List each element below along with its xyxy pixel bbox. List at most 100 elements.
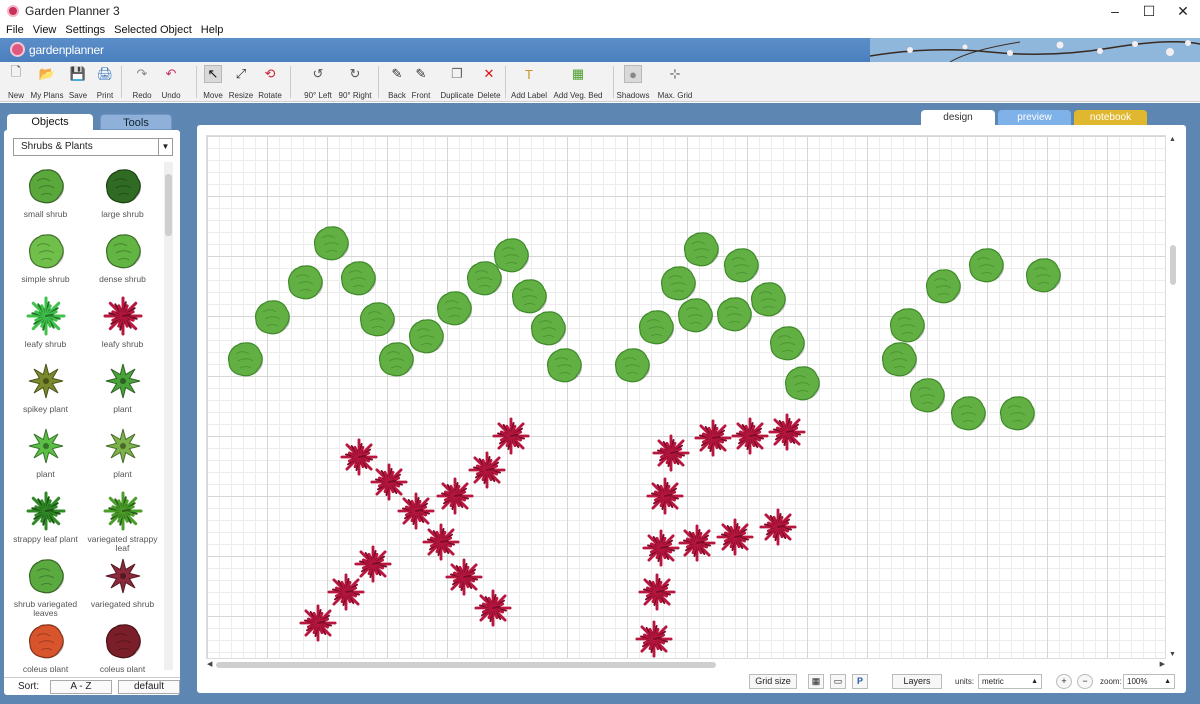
scroll-down-icon[interactable]: ▼ [1169, 651, 1176, 658]
placed-red-plant[interactable] [731, 417, 769, 455]
zoom-out-icon[interactable]: − [1077, 674, 1093, 689]
sort-default-button[interactable]: default [117, 679, 180, 694]
placed-shrub[interactable] [376, 339, 416, 379]
object-plant[interactable]: plant [85, 361, 160, 414]
plant-labels-icon[interactable]: P [852, 674, 868, 689]
menu-view[interactable]: View [33, 24, 57, 36]
max-grid-button[interactable]: ⊹ Max. Grid [655, 65, 695, 100]
placed-red-plant[interactable] [768, 413, 806, 451]
chevron-down-icon[interactable]: ▼ [158, 139, 172, 155]
placed-shrub[interactable] [225, 339, 265, 379]
placed-shrub[interactable] [767, 323, 807, 363]
shadows-button[interactable]: ● Shadows [613, 65, 653, 100]
placed-red-plant[interactable] [299, 604, 337, 642]
placed-shrub[interactable] [338, 258, 378, 298]
placed-red-plant[interactable] [716, 518, 754, 556]
zoom-select[interactable]: 100% ▲ [1123, 674, 1175, 689]
add-veg-bed-button[interactable]: ▦ Add Veg. Bed [554, 65, 603, 100]
placed-shrub[interactable] [636, 307, 676, 347]
rotate-button[interactable]: ⟲ Rotate [250, 65, 290, 100]
placed-red-plant[interactable] [694, 419, 732, 457]
object-shrub-variegated-leaves[interactable]: shrub variegated leaves [8, 556, 83, 618]
placed-red-plant[interactable] [474, 589, 512, 627]
object-plant[interactable]: plant [8, 426, 83, 479]
placed-red-plant[interactable] [646, 477, 684, 515]
tab-preview[interactable]: preview [998, 110, 1071, 126]
object-dense-shrub[interactable]: dense shrub [85, 231, 160, 284]
placed-shrub[interactable] [252, 297, 292, 337]
scroll-left-icon[interactable]: ◀ [207, 660, 212, 668]
placed-red-plant[interactable] [642, 529, 680, 567]
canvas-vscroll-thumb[interactable] [1170, 245, 1176, 285]
placed-shrub[interactable] [782, 363, 822, 403]
canvas-vertical-scrollbar[interactable]: ▲ ▼ [1167, 135, 1179, 659]
tab-objects[interactable]: Objects [7, 114, 93, 130]
category-select[interactable]: Shrubs & Plants ▼ [13, 138, 173, 156]
placed-shrub[interactable] [612, 345, 652, 385]
placed-shrub[interactable] [966, 245, 1006, 285]
placed-shrub[interactable] [923, 266, 963, 306]
delete-button[interactable]: ✕ Delete [469, 65, 509, 100]
object-leafy-shrub[interactable]: leafy shrub [8, 296, 83, 349]
placed-shrub[interactable] [491, 235, 531, 275]
grid-view-icon[interactable]: ▦ [808, 674, 824, 689]
rotate-right-button[interactable]: ↻ 90° Right [335, 65, 375, 100]
design-grid[interactable] [206, 135, 1166, 659]
canvas-horizontal-scrollbar[interactable]: ◀ ▶ [206, 659, 1166, 669]
placed-shrub[interactable] [907, 375, 947, 415]
placed-red-plant[interactable] [492, 417, 530, 455]
front-button[interactable]: ✎ Front [401, 65, 441, 100]
placed-red-plant[interactable] [635, 620, 673, 658]
menu-settings[interactable]: Settings [65, 24, 105, 36]
placed-shrub[interactable] [997, 393, 1037, 433]
placed-red-plant[interactable] [759, 508, 797, 546]
placed-red-plant[interactable] [652, 434, 690, 472]
placed-shrub[interactable] [357, 299, 397, 339]
sort-az-button[interactable]: A - Z [49, 679, 112, 694]
menu-selected-object[interactable]: Selected Object [114, 24, 192, 36]
object-simple-shrub[interactable]: simple shrub [8, 231, 83, 284]
tab-notebook[interactable]: notebook [1074, 110, 1147, 126]
object-coleus-plant[interactable]: coleus plant [8, 621, 83, 672]
placed-red-plant[interactable] [422, 523, 460, 561]
print-button[interactable]: 🖨 Print [85, 65, 125, 100]
placed-shrub[interactable] [544, 345, 584, 385]
tab-design[interactable]: design [921, 110, 995, 126]
scroll-right-icon[interactable]: ▶ [1160, 660, 1165, 668]
close-button[interactable]: ✕ [1166, 0, 1200, 22]
scroll-up-icon[interactable]: ▲ [1169, 136, 1176, 143]
placed-shrub[interactable] [528, 308, 568, 348]
canvas-hscroll-thumb[interactable] [216, 662, 716, 668]
grid-size-button[interactable]: Grid size [749, 674, 797, 689]
units-select[interactable]: metric ▲ [978, 674, 1042, 689]
rotate-left-button[interactable]: ↺ 90° Left [298, 65, 338, 100]
tab-tools[interactable]: Tools [100, 114, 172, 130]
object-plant[interactable]: plant [85, 426, 160, 479]
objects-scrollbar[interactable] [164, 162, 173, 670]
objects-scroll-thumb[interactable] [165, 174, 172, 236]
zoom-in-icon[interactable]: + [1056, 674, 1072, 689]
object-variegated-strappy-leaf[interactable]: variegated strappy leaf [85, 491, 160, 553]
object-variegated-shrub[interactable]: variegated shrub [85, 556, 160, 609]
minimize-button[interactable]: – [1098, 0, 1132, 22]
placed-shrub[interactable] [285, 262, 325, 302]
undo-button[interactable]: ↶ Undo [151, 65, 191, 100]
placed-shrub[interactable] [658, 263, 698, 303]
menu-file[interactable]: File [6, 24, 24, 36]
placed-shrub[interactable] [721, 245, 761, 285]
placed-red-plant[interactable] [468, 451, 506, 489]
placed-red-plant[interactable] [678, 524, 716, 562]
object-strappy-leaf-plant[interactable]: strappy leaf plant [8, 491, 83, 544]
object-large-shrub[interactable]: large shrub [85, 166, 160, 219]
add-label-button[interactable]: T Add Label [509, 65, 549, 101]
object-small-shrub[interactable]: small shrub [8, 166, 83, 219]
maximize-button[interactable]: ☐ [1132, 0, 1166, 22]
ruler-icon[interactable]: ▭ [830, 674, 846, 689]
layers-button[interactable]: Layers [892, 674, 942, 689]
placed-red-plant[interactable] [638, 573, 676, 611]
placed-shrub[interactable] [1023, 255, 1063, 295]
placed-shrub[interactable] [879, 339, 919, 379]
object-spikey-plant[interactable]: spikey plant [8, 361, 83, 414]
menu-help[interactable]: Help [201, 24, 224, 36]
object-leafy-shrub[interactable]: leafy shrub [85, 296, 160, 349]
